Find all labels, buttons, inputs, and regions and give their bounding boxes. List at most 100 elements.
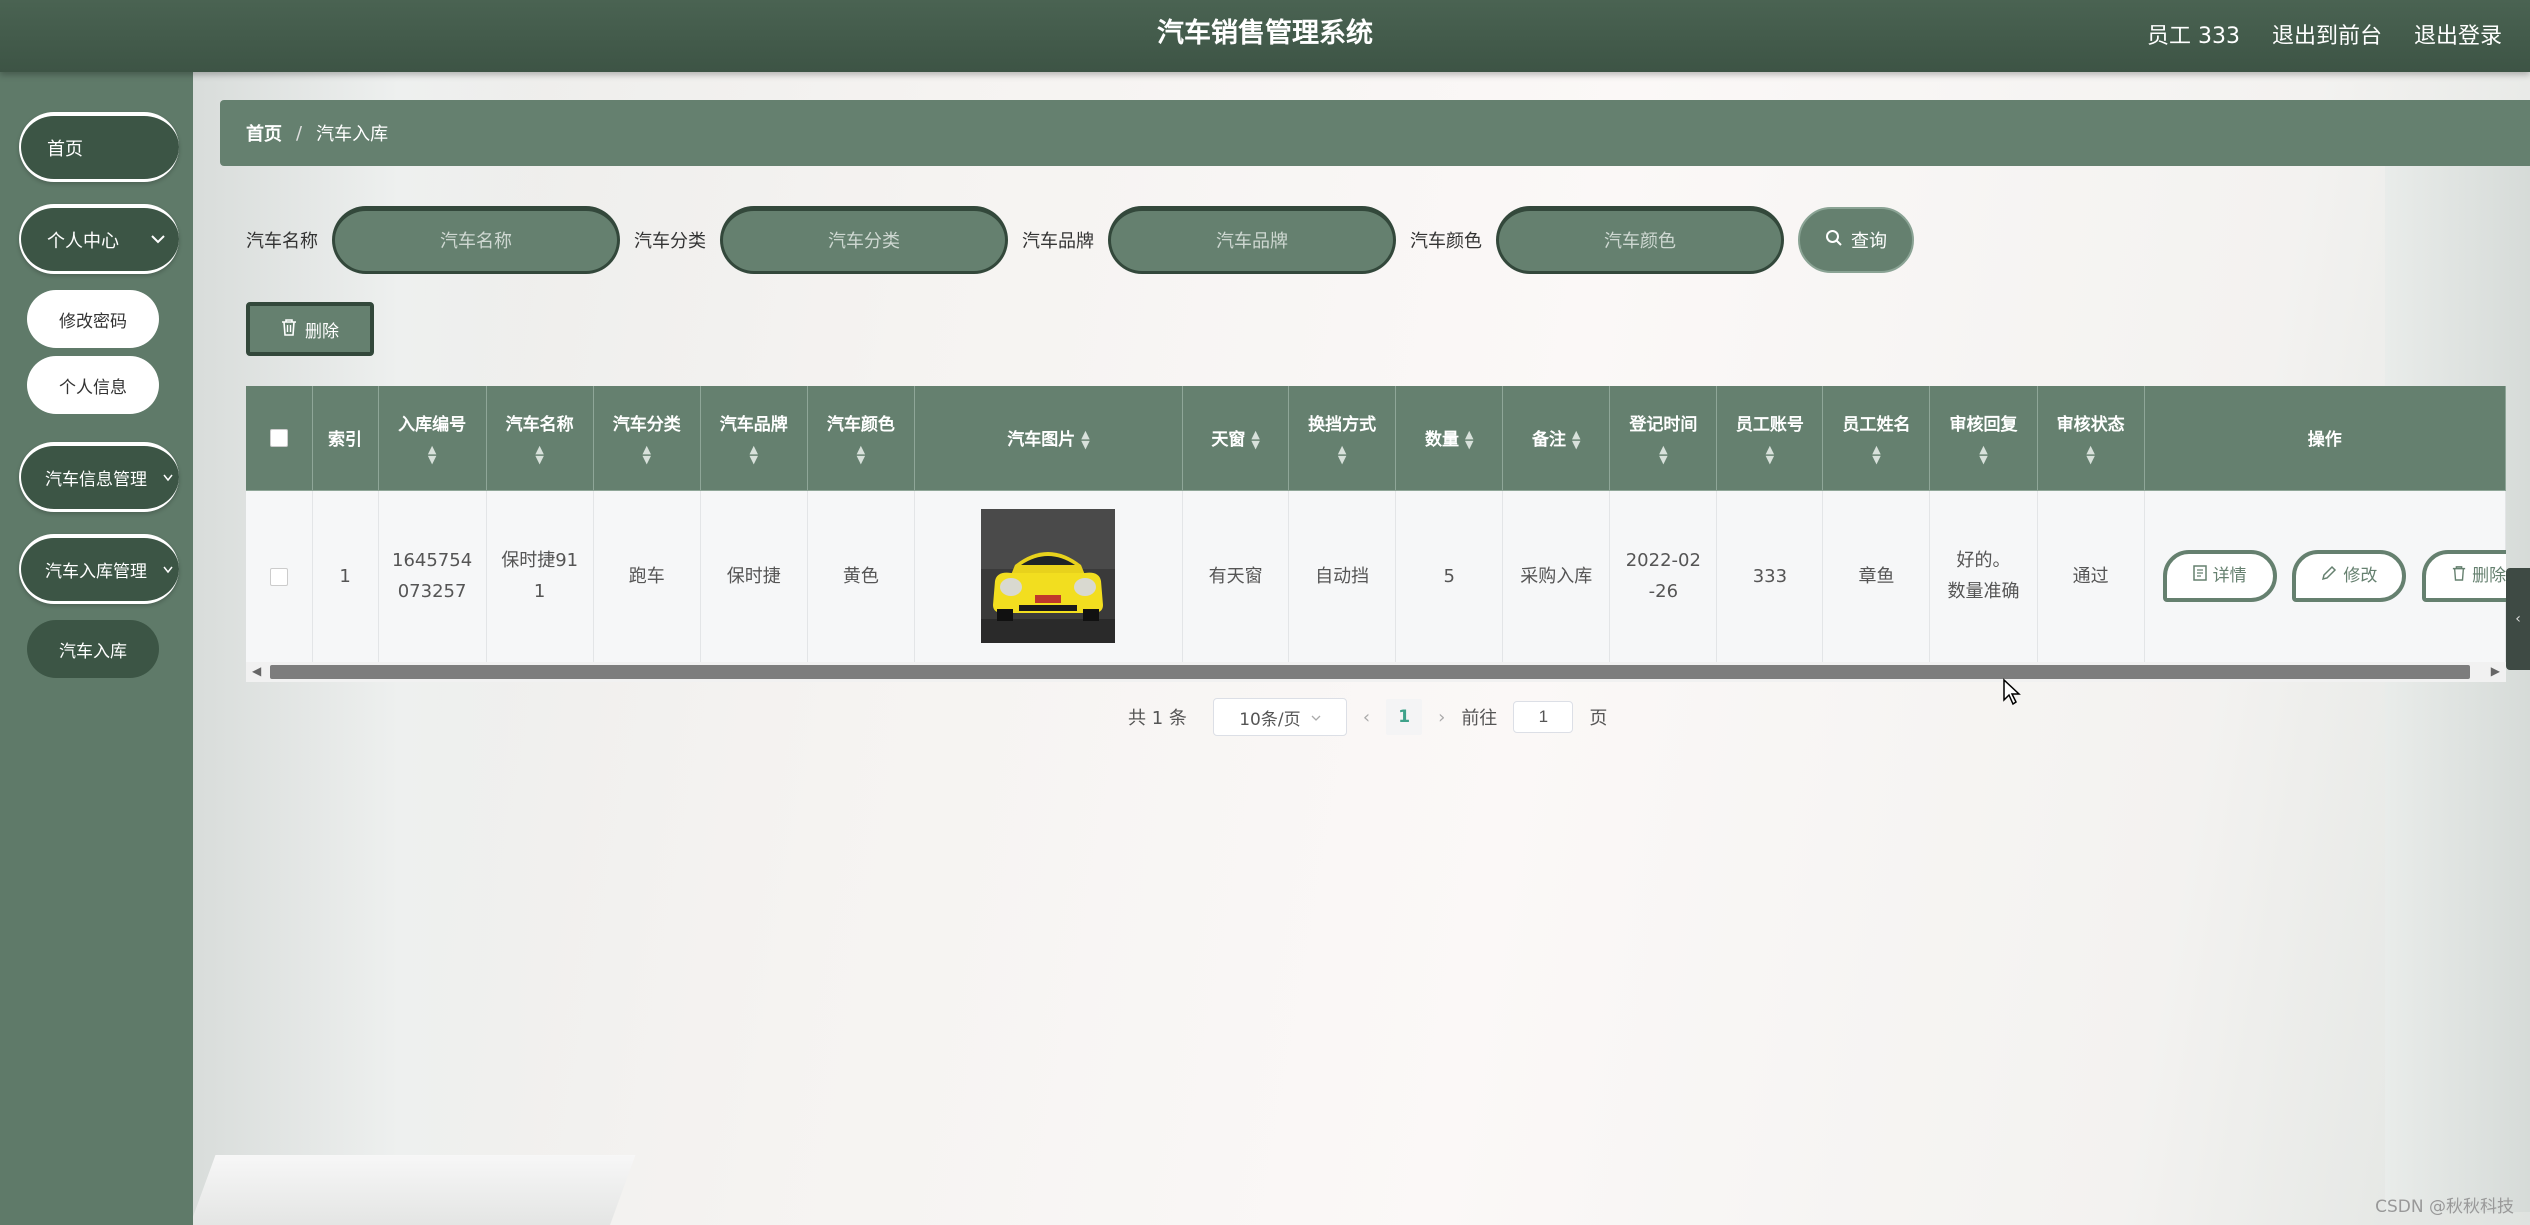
user-label: 员工 333	[2146, 24, 2240, 49]
sidebar-item-label: 首页	[47, 138, 83, 160]
top-header: 汽车销售管理系统 员工 333 退出到前台 退出登录	[0, 0, 2530, 72]
column-header[interactable]: 换挡方式 ▲ ▼	[1288, 386, 1397, 491]
column-header-label: 天窗	[1211, 430, 1246, 451]
cell-staff-name: 章鱼	[1822, 490, 1931, 662]
column-header[interactable]: 天窗 ▲ ▼	[1182, 386, 1290, 491]
query-button-label: 查询	[1851, 231, 1887, 252]
sort-icon[interactable]: ▲ ▼	[808, 444, 914, 465]
column-header[interactable]: 员工姓名 ▲ ▼	[1822, 386, 1931, 491]
cell-text: 1	[533, 581, 546, 603]
sort-icon[interactable]: ▲ ▼	[1717, 444, 1822, 465]
column-header[interactable]: 入库编号 ▲ ▼	[378, 386, 487, 491]
cell-car-image	[914, 490, 1184, 662]
select-all-checkbox[interactable]	[269, 428, 288, 447]
sort-icon[interactable]: ▲ ▼	[1823, 444, 1929, 465]
sort-icon[interactable]: ▲ ▼	[379, 444, 486, 465]
column-header[interactable]: 汽车名称 ▲ ▼	[486, 386, 594, 491]
pencil-icon	[2321, 561, 2337, 592]
sort-icon[interactable]: ▲ ▼	[1572, 429, 1580, 450]
column-header-label: 登记时间	[1629, 415, 1698, 436]
column-header[interactable]: 员工账号 ▲ ▼	[1716, 386, 1824, 491]
prev-page-icon[interactable]: ‹	[1363, 707, 1370, 728]
column-header[interactable]: 汽车分类 ▲ ▼	[593, 386, 701, 491]
row-delete-button[interactable]: 删除	[2422, 550, 2506, 603]
column-header: 索引	[312, 386, 379, 491]
detail-button[interactable]: 详情	[2162, 550, 2277, 603]
total-count: 共 1 条	[1128, 708, 1187, 729]
column-header[interactable]: 数量 ▲ ▼	[1395, 386, 1504, 491]
sidebar-subitem-change-password[interactable]: 修改密码	[27, 290, 159, 348]
sort-icon[interactable]: ▲ ▼	[487, 444, 593, 465]
scroll-right-arrow-icon[interactable]: ▶	[2491, 664, 2500, 678]
cell-text: 073257	[397, 581, 467, 603]
sort-icon[interactable]: ▲ ▼	[1930, 444, 2036, 465]
car-photo[interactable]	[981, 509, 1116, 644]
exit-to-front-link[interactable]: 退出到前台	[2272, 18, 2382, 50]
trash-icon	[281, 318, 297, 341]
column-header[interactable]: 审核状态 ▲ ▼	[2037, 386, 2145, 491]
next-page-icon[interactable]: ›	[1438, 707, 1445, 728]
chevron-left-icon: ‹	[2515, 611, 2521, 627]
goto-suffix: 页	[1589, 708, 1608, 729]
logout-link[interactable]: 退出登录	[2414, 18, 2502, 50]
sort-icon[interactable]: ▲ ▼	[1610, 444, 1716, 465]
car-brand-label: 汽车品牌	[1022, 231, 1094, 252]
car-brand-input[interactable]	[1108, 206, 1396, 274]
page-size-select[interactable]: 10条/页	[1212, 698, 1347, 736]
car-color-input[interactable]	[1496, 206, 1784, 274]
row-checkbox[interactable]	[269, 567, 288, 586]
batch-delete-button[interactable]: 删除	[246, 302, 374, 356]
query-button[interactable]: 查询	[1798, 207, 1914, 273]
cell-text: -26	[1648, 581, 1679, 603]
cell-reg-time: 2022-02 -26	[1609, 490, 1718, 662]
scrollbar-thumb[interactable]	[270, 665, 2470, 679]
sort-icon[interactable]: ▲ ▼	[1251, 429, 1259, 450]
sort-icon[interactable]: ▲ ▼	[1081, 429, 1089, 450]
sidebar-subitem-personal-info[interactable]: 个人信息	[27, 356, 159, 414]
watermark: CSDN @秋秋科技	[2375, 1197, 2514, 1217]
cell-text: 保时捷91	[501, 550, 579, 572]
column-header[interactable]: 备注 ▲ ▼	[1502, 386, 1611, 491]
breadcrumb-home[interactable]: 首页	[246, 120, 282, 146]
sort-icon[interactable]: ▲ ▼	[594, 444, 700, 465]
cell-text: 好的。	[1956, 550, 2011, 572]
sort-icon[interactable]: ▲ ▼	[2038, 444, 2144, 465]
column-header-label: 员工账号	[1735, 415, 1804, 436]
cell-review-reply: 好的。 数量准确	[1929, 490, 2038, 662]
column-header[interactable]: 汽车颜色 ▲ ▼	[807, 386, 915, 491]
cell-text: 数量准确	[1947, 581, 2020, 603]
sidebar-item-label: 汽车信息管理	[45, 470, 147, 490]
cell-text: 1645754	[392, 550, 473, 572]
column-header[interactable]: 审核回复 ▲ ▼	[1929, 386, 2038, 491]
car-color-label: 汽车颜色	[1410, 231, 1482, 252]
sidebar-item-home[interactable]: 首页	[19, 112, 179, 182]
sidebar-item-personal-center[interactable]: 个人中心	[19, 204, 179, 274]
select-all-cell	[246, 386, 313, 491]
car-category-input[interactable]	[720, 206, 1008, 274]
sort-icon[interactable]: ▲ ▼	[1289, 444, 1395, 465]
column-header[interactable]: 汽车图片 ▲ ▼	[914, 386, 1184, 491]
table-horizontal-scrollbar[interactable]: ◀ ▶	[246, 662, 2506, 682]
edit-button[interactable]: 修改	[2292, 550, 2407, 603]
background-window	[2385, 152, 2530, 1212]
car-name-input[interactable]	[332, 206, 620, 274]
column-header[interactable]: 登记时间 ▲ ▼	[1609, 386, 1718, 491]
column-header-label: 员工姓名	[1842, 415, 1911, 436]
sidebar-item-car-info-mgmt[interactable]: 汽车信息管理	[19, 442, 179, 512]
column-header-label: 汽车图片	[1007, 430, 1076, 451]
column-header: 操作	[2144, 386, 2506, 491]
table-row: 1 1645754 073257 保时捷91 1 跑车 保时捷 黄色 有天窗 自…	[246, 490, 2506, 662]
page-number-current[interactable]: 1	[1386, 699, 1423, 735]
right-edge-tab[interactable]: ‹	[2506, 568, 2530, 670]
cell-stock-no: 1645754 073257	[378, 490, 487, 662]
breadcrumb-current: 汽车入库	[316, 124, 389, 145]
table-header-row: 索引 入库编号 ▲ ▼ 汽车名称 ▲ ▼ 汽车分类 ▲ ▼ 汽车品牌 ▲ ▼ 汽车颜色 ▲ ▼ 汽车…	[246, 386, 2506, 491]
sidebar-item-car-stock-mgmt[interactable]: 汽车入库管理	[19, 534, 179, 604]
column-header[interactable]: 汽车品牌 ▲ ▼	[700, 386, 808, 491]
scroll-left-arrow-icon[interactable]: ◀	[252, 664, 261, 678]
sort-icon[interactable]: ▲ ▼	[701, 444, 807, 465]
sort-icon[interactable]: ▲ ▼	[1465, 429, 1473, 450]
goto-page-input[interactable]	[1513, 701, 1574, 733]
sidebar-subitem-car-stock[interactable]: 汽车入库	[27, 620, 159, 678]
top-links: 员工 333 退出到前台 退出登录	[2147, 0, 2502, 68]
